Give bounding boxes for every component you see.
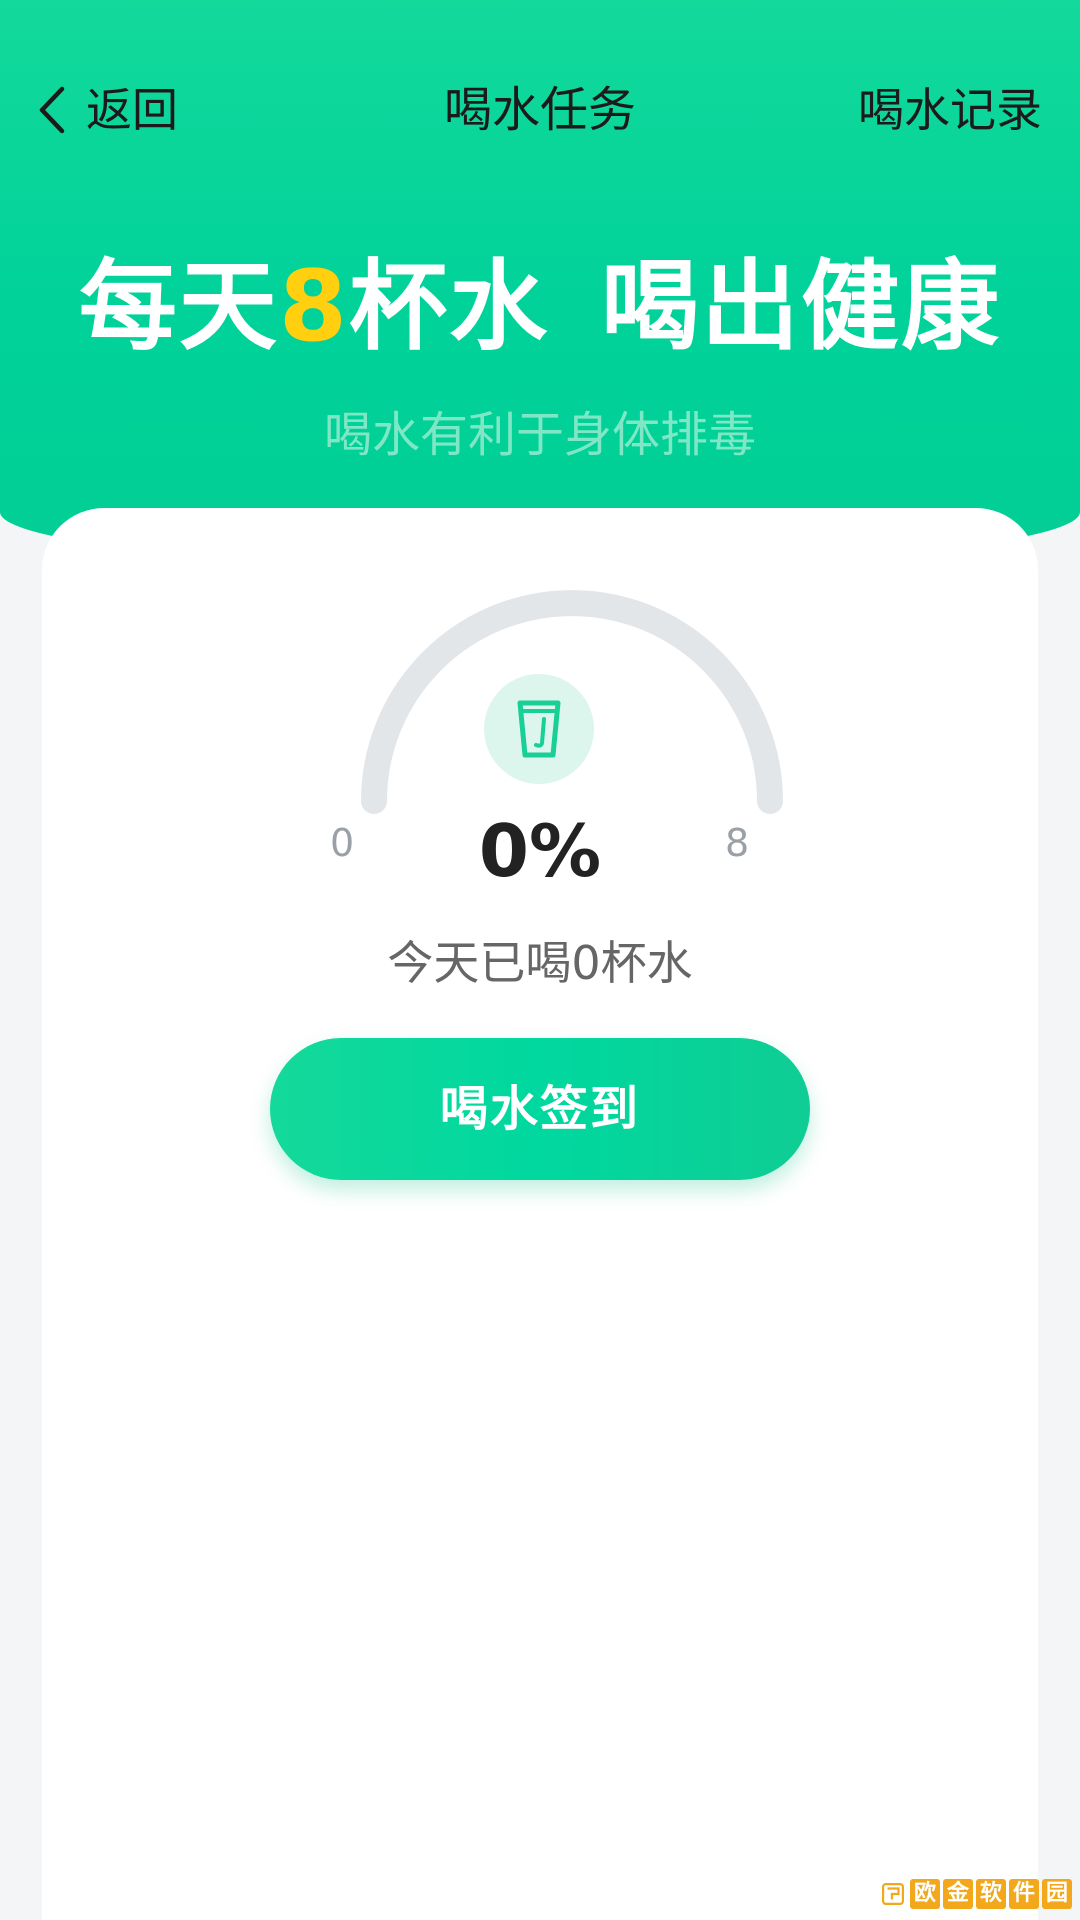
watermark-char: 件 bbox=[1009, 1879, 1039, 1909]
drink-checkin-button[interactable]: 喝水签到 bbox=[270, 1038, 810, 1180]
hero-subtitle: 喝水有利于身体排毒 bbox=[323, 407, 756, 463]
watermark-char: 软 bbox=[976, 1879, 1006, 1909]
progress-percent: 0% bbox=[478, 809, 602, 893]
watermark-text: 欧 金 软 件 园 bbox=[910, 1879, 1072, 1909]
water-cup-icon bbox=[517, 700, 561, 758]
cup-badge bbox=[484, 674, 594, 784]
watermark-char: 园 bbox=[1042, 1879, 1072, 1909]
site-watermark: 欧 金 软 件 园 bbox=[882, 1873, 1072, 1915]
progress-card: 0 8 0% 今天已喝0杯水 喝水签到 bbox=[42, 508, 1038, 1920]
headline-part-1: 每天 bbox=[78, 250, 279, 364]
top-navigation-bar: 返回 喝水任务 喝水记录 bbox=[0, 70, 1080, 150]
site-logo-icon bbox=[882, 1883, 904, 1905]
hero-banner: 返回 喝水任务 喝水记录 每天8杯水 喝出健康 喝水有利于身体排毒 bbox=[0, 0, 1080, 568]
watermark-char: 欧 bbox=[910, 1879, 940, 1909]
headline-part-3: 喝出健康 bbox=[601, 250, 1002, 364]
headline-number: 8 bbox=[278, 250, 350, 364]
watermark-char: 金 bbox=[943, 1879, 973, 1909]
hero-headline: 每天8杯水 喝出健康 bbox=[0, 252, 1080, 362]
headline-part-2: 杯水 bbox=[349, 250, 550, 364]
drink-record-link[interactable]: 喝水记录 bbox=[858, 70, 1042, 150]
today-cups-text: 今天已喝0杯水 bbox=[387, 936, 693, 990]
